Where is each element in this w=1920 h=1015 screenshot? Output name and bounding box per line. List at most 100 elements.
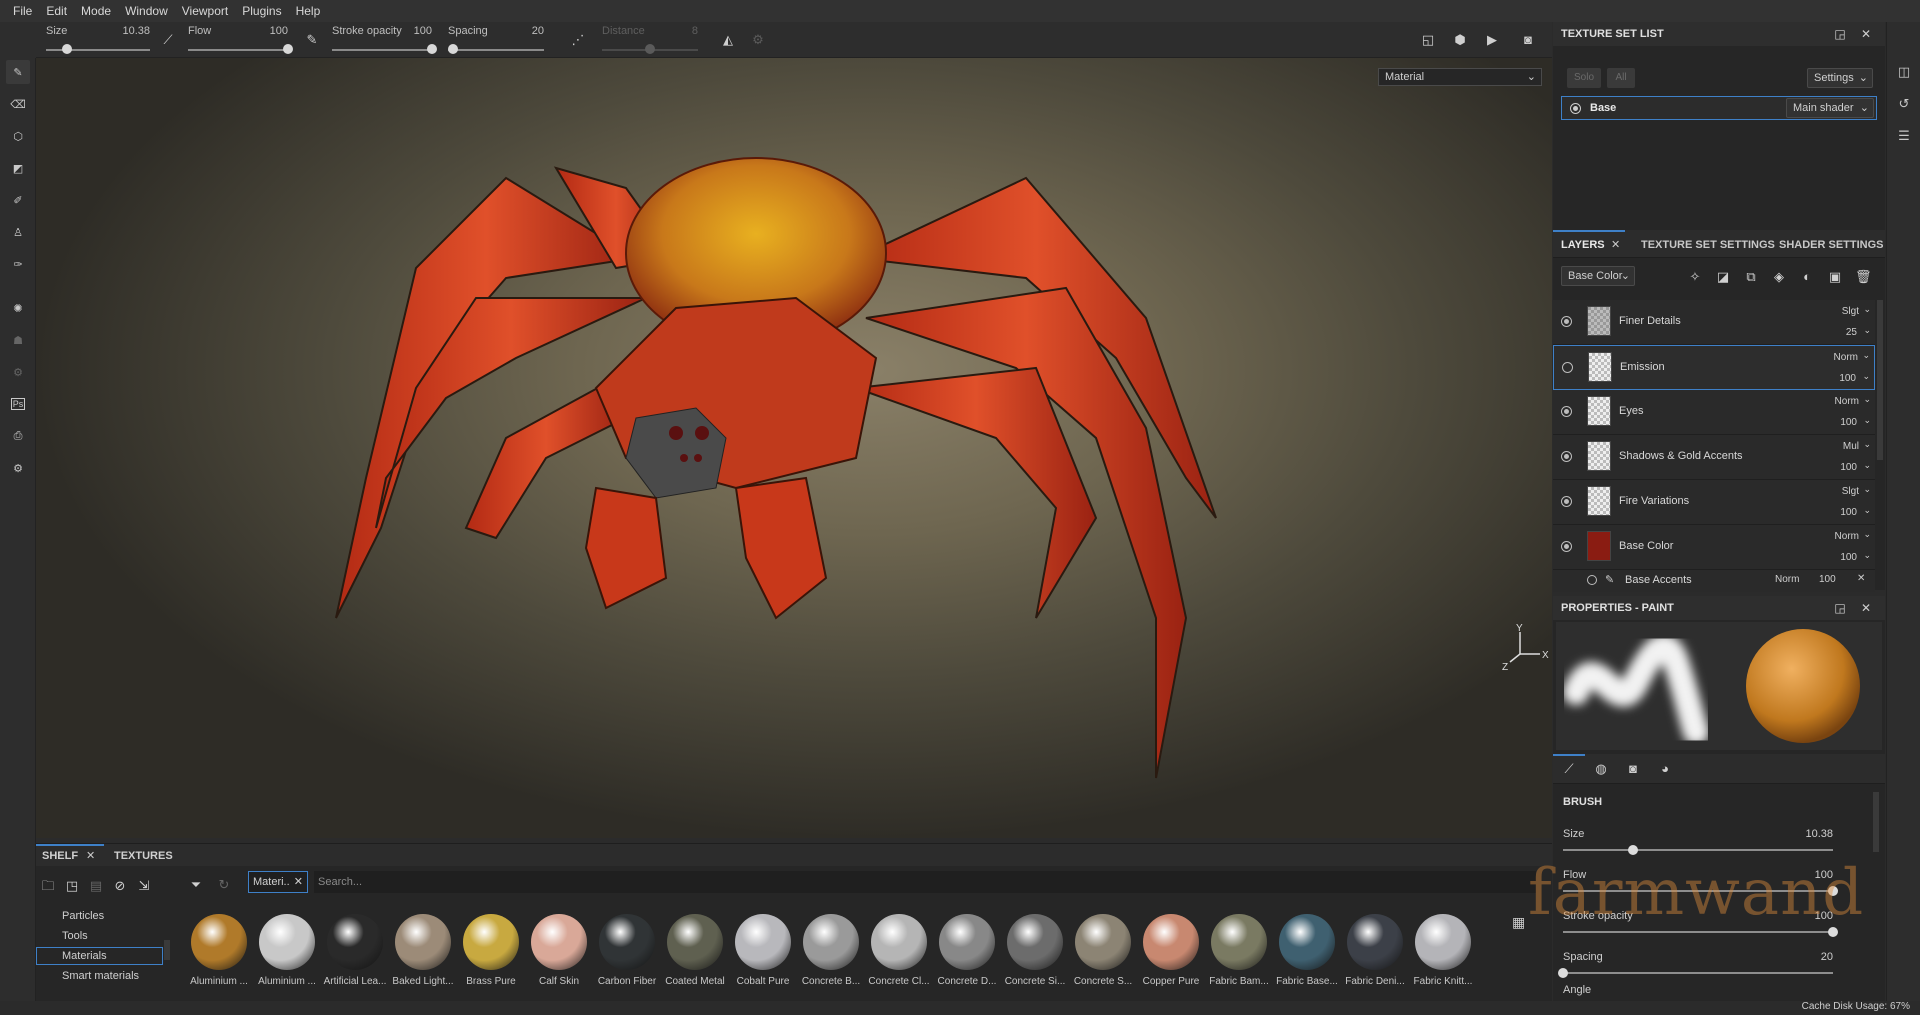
smudge-tool-icon[interactable]: ✐ (6, 188, 30, 212)
video-camera-icon[interactable]: ▶ (1484, 32, 1500, 48)
chevron-down-icon[interactable]: ⌄ (1863, 550, 1871, 561)
spacing-knob[interactable] (447, 44, 458, 54)
undock-icon[interactable]: ◲ (1833, 601, 1847, 615)
chevron-down-icon[interactable]: ⌄ (1863, 439, 1871, 450)
layer-row[interactable]: Fire Variations Slgt 100 ⌄ ⌄ (1553, 480, 1875, 525)
slider-track[interactable] (1563, 849, 1833, 851)
categories-scrollbar[interactable] (164, 940, 170, 960)
flow-knob[interactable] (283, 44, 293, 54)
size-knob[interactable] (61, 44, 72, 54)
add-fill-layer-icon[interactable]: ◈ (1771, 269, 1787, 285)
add-layer-icon[interactable]: ⧉ (1743, 269, 1759, 285)
material-thumbnail[interactable]: Concrete B... (798, 914, 864, 996)
size-value[interactable]: 10.38 (122, 25, 150, 37)
lazy-mouse-icon[interactable]: ⋰ (570, 32, 586, 48)
chevron-down-icon[interactable]: ⌄ (1862, 350, 1870, 361)
cube-view-icon[interactable]: ⬢ (1452, 32, 1468, 48)
material-thumbnail[interactable]: Concrete S... (1070, 914, 1136, 996)
shelf-category-materials[interactable]: Materials (36, 947, 163, 965)
layer-row[interactable]: Emission Norm 100 ⌄ ⌄ (1553, 345, 1875, 390)
visibility-toggle[interactable] (1562, 362, 1573, 373)
visibility-toggle[interactable] (1561, 406, 1572, 417)
chevron-down-icon[interactable]: ⌄ (1863, 529, 1871, 540)
menu-viewport[interactable]: Viewport (175, 4, 235, 18)
eraser-tool-icon[interactable]: ⌫ (6, 92, 30, 116)
slider-track[interactable] (1563, 931, 1833, 933)
chevron-down-icon[interactable]: ⌄ (1863, 394, 1871, 405)
flow-option[interactable]: Flow 100 (188, 22, 293, 58)
menu-plugins[interactable]: Plugins (235, 4, 288, 18)
import-icon[interactable]: ⇲ (136, 878, 152, 894)
slider-knob[interactable] (1558, 968, 1568, 978)
spacing-value[interactable]: 20 (532, 25, 544, 37)
sublayer-row[interactable]: ✎ Base Accents Norm 100 ✕ (1553, 570, 1875, 592)
material-thumbnail[interactable]: Concrete Si... (1002, 914, 1068, 996)
paint-brush-tool-icon[interactable]: ✎ (6, 60, 30, 84)
menu-window[interactable]: Window (118, 4, 175, 18)
chevron-down-icon[interactable]: ⌄ (1863, 325, 1871, 336)
menu-edit[interactable]: Edit (39, 4, 74, 18)
chevron-down-icon[interactable]: ⌄ (1863, 505, 1871, 516)
material-thumbnail[interactable]: Artificial Lea... (322, 914, 388, 996)
symmetry-icon[interactable]: ◭ (720, 32, 736, 48)
layer-opacity[interactable]: 100 (1840, 552, 1857, 563)
filter-icon[interactable]: ⏷ (188, 877, 204, 893)
layer-row[interactable]: Base Color Norm 100 ⌄ ⌄ (1553, 525, 1875, 570)
visibility-toggle[interactable] (1561, 451, 1572, 462)
chevron-down-icon[interactable]: ⌄ (1862, 371, 1870, 382)
add-effect-icon[interactable]: ✧ (1687, 269, 1703, 285)
brush-icon[interactable]: ✎ (304, 32, 320, 48)
display-settings-icon[interactable]: ◫ (1896, 64, 1912, 80)
camera-2d-icon[interactable]: ◱ (1420, 32, 1436, 48)
material-thumbnail[interactable]: Aluminium ... (254, 914, 320, 996)
texture-set-radio[interactable] (1570, 103, 1581, 114)
size-option[interactable]: Size 10.38 (46, 22, 150, 58)
layer-blend-mode[interactable]: Norm (1834, 352, 1858, 363)
close-icon[interactable]: ✕ (1857, 573, 1865, 584)
material-thumbnail[interactable]: Fabric Bam... (1206, 914, 1272, 996)
shelf-search-input[interactable]: Search... (314, 871, 1536, 893)
add-folder-icon[interactable]: ▣ (1827, 269, 1843, 285)
slider-track[interactable] (1563, 972, 1833, 974)
tab-shader-settings[interactable]: SHADER SETTINGS (1779, 239, 1884, 251)
slider-value[interactable]: 20 (1821, 951, 1833, 963)
material-thumbnail[interactable]: Brass Pure (458, 914, 524, 996)
delete-layer-icon[interactable]: 🗑 (1855, 269, 1872, 285)
material-thumbnail[interactable]: Calf Skin (526, 914, 592, 996)
menu-help[interactable]: Help (289, 4, 328, 18)
texture-set-base[interactable]: Base Main shader ⌄ (1561, 96, 1877, 120)
clone-tool-icon[interactable]: ♙ (6, 220, 30, 244)
add-smart-material-icon[interactable]: ◐ (1799, 269, 1815, 285)
layer-opacity[interactable]: 100 (1840, 462, 1857, 473)
flow-value[interactable]: 100 (270, 25, 288, 37)
undock-icon[interactable]: ◲ (1833, 27, 1847, 41)
material-thumbnail[interactable]: Concrete Cl... (866, 914, 932, 996)
close-icon[interactable]: ✕ (1859, 27, 1873, 41)
material-thumbnail[interactable]: Fabric Knitt... (1410, 914, 1476, 996)
material-tab-icon[interactable]: ◕ (1657, 761, 1673, 777)
chevron-down-icon[interactable]: ⌄ (1863, 415, 1871, 426)
alpha-tab-icon[interactable]: ◍ (1593, 761, 1609, 777)
visibility-toggle[interactable] (1587, 575, 1597, 585)
color-picker-tool-icon[interactable]: ✑ (6, 252, 30, 276)
chevron-down-icon[interactable]: ⌄ (1863, 460, 1871, 471)
sublayer-opacity[interactable]: 100 (1819, 574, 1836, 585)
slider-knob[interactable] (1628, 845, 1639, 855)
material-thumbnail[interactable]: Cobalt Pure (730, 914, 796, 996)
tab-textures[interactable]: TEXTURES (114, 850, 173, 862)
grid-view-icon[interactable]: ▦ (1512, 914, 1525, 931)
layer-row[interactable]: Finer Details Slgt 25 ⌄ ⌄ (1553, 300, 1875, 345)
slider-value[interactable]: 10.38 (1805, 828, 1833, 840)
layer-opacity[interactable]: 100 (1839, 373, 1856, 384)
new-shelf-icon[interactable]: ◳ (64, 878, 80, 894)
log-icon[interactable]: ☰ (1896, 128, 1912, 144)
shelf-category-smart-materials[interactable]: Smart materials (62, 970, 139, 982)
filter-chip[interactable]: Materi.. ✕ (248, 871, 308, 893)
layer-opacity[interactable]: 100 (1840, 417, 1857, 428)
shader-dropdown[interactable]: Main shader ⌄ (1786, 98, 1874, 118)
export-textures-icon[interactable]: ⎙ (6, 424, 30, 448)
close-icon[interactable]: ✕ (1611, 238, 1620, 251)
visibility-toggle[interactable] (1561, 496, 1572, 507)
history-icon[interactable]: ↺ (1896, 96, 1912, 112)
pen-pressure-icon[interactable]: ⟋ (160, 32, 176, 48)
